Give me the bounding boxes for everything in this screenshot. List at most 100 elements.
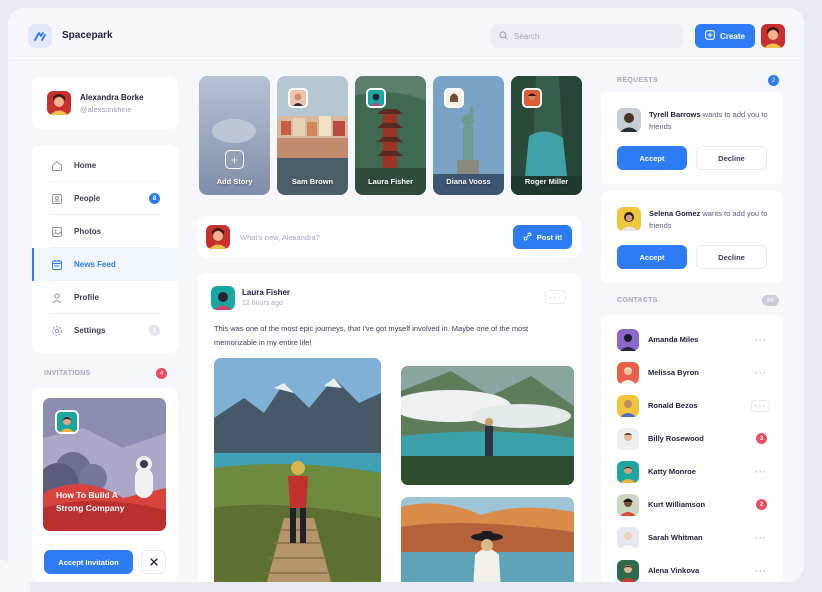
- post-composer: Post it!: [198, 216, 581, 258]
- story-name: Laura Fisher: [367, 177, 413, 186]
- sidebar-item-people[interactable]: People 8: [32, 182, 178, 215]
- sidebar-nav: Home People 8 Photos News Feed Profile S…: [32, 145, 178, 353]
- more-horizontal-icon[interactable]: ···: [751, 399, 770, 412]
- friend-request-card: Tyrell Barrows wants to add you to frien…: [601, 92, 783, 184]
- profile-name: Alexandra Borke: [80, 92, 144, 102]
- sidebar-item-profile[interactable]: Profile: [32, 281, 178, 314]
- post-image[interactable]: [214, 358, 381, 582]
- contact-item[interactable]: Sarah Whitman ···: [601, 521, 783, 554]
- sidebar-item-label: News Feed: [74, 260, 116, 269]
- contact-item[interactable]: Alena Vinkova ···: [601, 554, 783, 582]
- profile-card[interactable]: Alexandra Borke @alexsunshine: [32, 77, 178, 129]
- news-feed-icon: [50, 258, 63, 271]
- settings-count-badge: 1: [149, 325, 160, 336]
- contact-item[interactable]: Melissa Byron ···: [601, 356, 783, 389]
- search-box[interactable]: [491, 24, 683, 48]
- request-name[interactable]: Selena Gomez: [649, 209, 700, 218]
- contacts-count-badge: 68: [762, 295, 779, 306]
- post-author-avatar[interactable]: [211, 286, 235, 310]
- story-name: Diana Vooss: [446, 177, 491, 186]
- contact-name: Katty Monroe: [648, 467, 696, 476]
- invitation-card: How To Build A Strong Company Accept Inv…: [32, 388, 178, 582]
- search-icon: [499, 27, 508, 45]
- sidebar-item-label: Settings: [74, 326, 106, 335]
- dismiss-invitation-button[interactable]: [141, 550, 166, 574]
- accept-request-button[interactable]: Accept: [617, 245, 687, 269]
- settings-icon: [50, 324, 63, 337]
- post-timestamp: 12 hours ago: [242, 300, 283, 307]
- contact-item[interactable]: Ronald Bezos ···: [601, 389, 783, 422]
- more-horizontal-icon[interactable]: ···: [755, 533, 767, 543]
- contact-name: Billy Rosewood: [648, 434, 704, 443]
- sidebar-item-settings[interactable]: Settings 1: [32, 314, 178, 347]
- sidebar-item-label: People: [74, 194, 101, 203]
- feed-post: Laura Fisher 12 hours ago ··· This was o…: [198, 273, 581, 582]
- request-avatar[interactable]: [617, 108, 641, 132]
- avatar: [617, 361, 639, 384]
- requests-label: REQUESTS: [617, 77, 658, 84]
- user-avatar[interactable]: [761, 24, 785, 48]
- invitation-image[interactable]: How To Build A Strong Company: [43, 398, 166, 531]
- logo-icon[interactable]: [28, 24, 52, 48]
- post-author[interactable]: Laura Fisher: [242, 288, 290, 297]
- contact-name: Kurt Williamson: [648, 500, 706, 509]
- decline-request-button[interactable]: Decline: [696, 245, 767, 269]
- story-card[interactable]: Laura Fisher: [355, 76, 426, 195]
- contact-name: Amanda Miles: [648, 335, 699, 344]
- decline-request-button[interactable]: Decline: [696, 146, 767, 170]
- sidebar-item-label: Home: [74, 161, 97, 170]
- plus-square-icon: [705, 30, 715, 42]
- story-name: Roger Miller: [524, 177, 569, 186]
- request-name[interactable]: Tyrell Barrows: [649, 110, 701, 119]
- contact-item[interactable]: Amanda Miles ···: [601, 323, 783, 356]
- avatar: [617, 559, 639, 582]
- post-button[interactable]: Post it!: [513, 225, 572, 249]
- invitations-label: INVITATIONS: [44, 370, 91, 377]
- story-card[interactable]: Diana Vooss: [433, 76, 504, 195]
- create-button-label: Create: [720, 31, 745, 41]
- contact-item[interactable]: Katty Monroe ···: [601, 455, 783, 488]
- contact-name: Ronald Bezos: [648, 401, 698, 410]
- avatar: [617, 394, 639, 417]
- composer-input[interactable]: [240, 232, 490, 242]
- contact-name: Melissa Byron: [648, 368, 699, 377]
- post-more-button[interactable]: ···: [545, 290, 566, 304]
- contact-item[interactable]: Billy Rosewood 3: [601, 422, 783, 455]
- friend-request-card: Selena Gomez wants to add you to friends…: [601, 191, 783, 283]
- sidebar-item-news-feed[interactable]: News Feed: [32, 248, 178, 281]
- create-button[interactable]: Create: [695, 24, 755, 48]
- close-icon: [149, 553, 158, 571]
- link-icon: [523, 232, 532, 243]
- post-image[interactable]: [401, 497, 574, 582]
- requests-count-badge: 2: [768, 75, 779, 86]
- more-horizontal-icon[interactable]: ···: [755, 467, 767, 477]
- photos-icon: [50, 225, 63, 238]
- story-card[interactable]: Sam Brown: [277, 76, 348, 195]
- avatar: [617, 493, 639, 516]
- contacts-list: Amanda Miles ··· Melissa Byron ··· Ronal…: [601, 315, 783, 582]
- home-icon: [50, 159, 63, 172]
- more-horizontal-icon[interactable]: ···: [755, 566, 767, 576]
- story-name: Sam Brown: [291, 177, 334, 186]
- search-input[interactable]: [514, 31, 664, 41]
- avatar: [617, 526, 639, 549]
- sidebar-item-photos[interactable]: Photos: [32, 215, 178, 248]
- top-bar: Spacepark Create: [8, 8, 804, 61]
- add-story-card[interactable]: + Add Story: [199, 76, 270, 195]
- more-horizontal-icon[interactable]: ···: [755, 335, 767, 345]
- accept-request-button[interactable]: Accept: [617, 146, 687, 170]
- app-window: Spacepark Create Alexandra Borke @alexsu…: [8, 8, 804, 582]
- contact-item[interactable]: Kurt Williamson 2: [601, 488, 783, 521]
- post-image[interactable]: [401, 366, 574, 485]
- accept-invitation-button[interactable]: Accept Invitation: [44, 550, 133, 574]
- request-text: Selena Gomez wants to add you to friends: [649, 208, 771, 232]
- more-horizontal-icon: ···: [549, 292, 562, 302]
- story-card[interactable]: Roger Miller: [511, 76, 582, 195]
- invitation-title: How To Build A Strong Company: [56, 490, 125, 513]
- profile-handle: @alexsunshine: [80, 104, 132, 114]
- avatar: [617, 427, 639, 450]
- sidebar-item-home[interactable]: Home: [32, 149, 178, 182]
- request-avatar[interactable]: [617, 207, 641, 231]
- more-horizontal-icon[interactable]: ···: [755, 368, 767, 378]
- avatar: [206, 225, 230, 249]
